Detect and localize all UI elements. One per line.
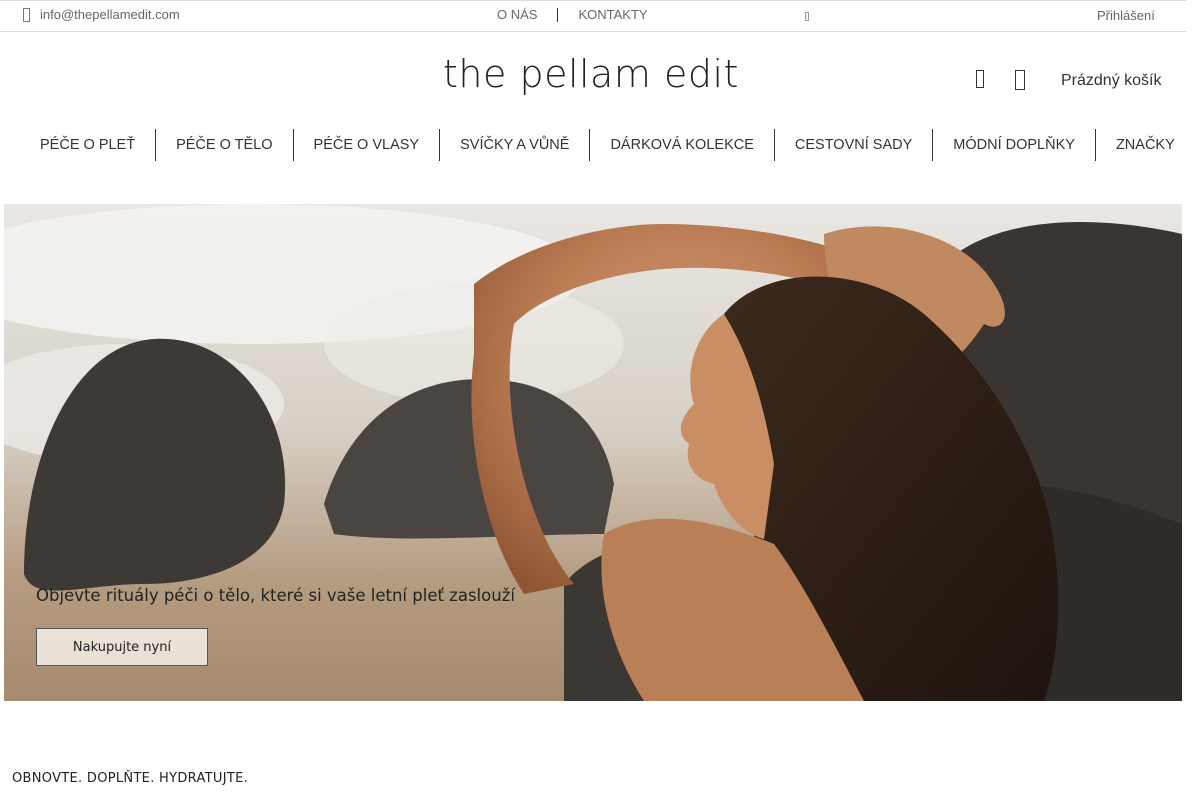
contact-email[interactable]: info@thepellamedit.com: [23, 7, 180, 22]
mail-icon: [23, 7, 30, 22]
nav-item-pece-o-telo[interactable]: PÉČE O TĚLO: [155, 129, 292, 161]
link-kontakty[interactable]: KONTAKTY: [578, 7, 647, 22]
hero-image: [4, 204, 1182, 701]
shop-now-button[interactable]: Nakupujte nyní: [36, 628, 208, 666]
nav-item-darkova-kolekce[interactable]: DÁRKOVÁ KOLEKCE: [589, 129, 773, 161]
link-o-nas[interactable]: O NÁS: [497, 7, 537, 22]
top-links-divider: [557, 7, 559, 22]
hero-tagline: Objevte rituály péči o tělo, které si va…: [36, 586, 515, 605]
nav-item-pece-o-plet[interactable]: PÉČE O PLEŤ: [20, 129, 155, 161]
nav-item-cestovni-sady[interactable]: CESTOVNÍ SADY: [773, 129, 932, 161]
contact-email-text: info@thepellamedit.com: [40, 7, 180, 22]
top-links: O NÁS KONTAKTY: [497, 7, 648, 22]
login-link[interactable]: Přihlášení: [1097, 8, 1155, 23]
cart-icon[interactable]: [1015, 70, 1025, 90]
nav-item-modni-doplnky[interactable]: MÓDNÍ DOPLŇKY: [932, 129, 1095, 161]
nav-item-znacky[interactable]: ZNAČKY: [1094, 129, 1195, 161]
nav-item-svicky-a-vune[interactable]: SVÍČKY A VŮNĚ: [439, 129, 589, 161]
main-nav: PÉČE O PLEŤ PÉČE O TĚLO PÉČE O VLASY SVÍ…: [20, 129, 1195, 161]
hero-banner[interactable]: Objevte rituály péči o tělo, které si va…: [4, 204, 1182, 701]
search-icon[interactable]: [976, 70, 984, 88]
cart-label[interactable]: Prázdný košík: [1061, 72, 1161, 90]
top-utility-bar: info@thepellamedit.com O NÁS KONTAKTY Př…: [0, 0, 1186, 32]
language-icon[interactable]: [805, 12, 809, 21]
nav-item-pece-o-vlasy[interactable]: PÉČE O VLASY: [292, 129, 440, 161]
site-logo[interactable]: the pellam edit: [443, 52, 743, 96]
section-heading: OBNOVTE. DOPLŇTE. HYDRATUJTE.: [12, 771, 249, 786]
